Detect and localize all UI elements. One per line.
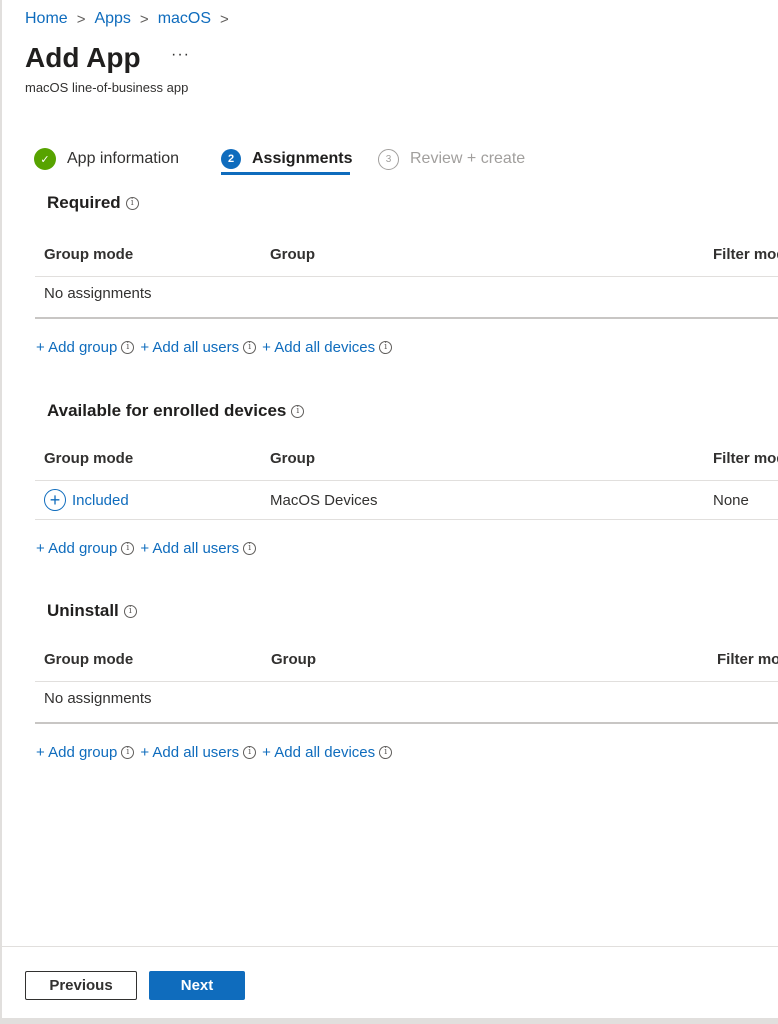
add-group-link[interactable]: + Add group i [36, 540, 135, 557]
page-title: Add App [25, 42, 141, 73]
link-text: + Add group [36, 339, 118, 356]
breadcrumb-macos[interactable]: macOS [158, 10, 211, 28]
step-review-create[interactable]: 3 Review + create [378, 142, 525, 176]
info-icon[interactable]: i [125, 196, 139, 210]
section-title-text: Uninstall [47, 601, 119, 620]
empty-assignments-text: No assignments [44, 690, 152, 707]
step-label: App information [67, 150, 180, 167]
section-title-uninstall: Uninstall i [47, 601, 137, 621]
link-text: + Add all users [140, 540, 240, 557]
info-icon[interactable]: i [121, 746, 135, 759]
column-header-group-mode[interactable]: Group mode [44, 450, 133, 467]
plus-circle-icon[interactable]: + [44, 489, 66, 511]
add-all-users-link[interactable]: + Add all users i [140, 339, 257, 356]
breadcrumb-apps[interactable]: Apps [94, 10, 130, 28]
info-icon[interactable]: i [123, 604, 137, 618]
chevron-right-icon: > [139, 10, 149, 28]
section-title-text: Available for enrolled devices [47, 401, 287, 420]
step-number-badge: 2 [221, 149, 241, 169]
section-title-available: Available for enrolled devices i [47, 401, 305, 421]
info-icon[interactable]: i [379, 746, 393, 759]
step-number-badge: 3 [378, 148, 399, 170]
add-group-link[interactable]: + Add group i [36, 339, 135, 356]
bottom-scrollbar-track [0, 1018, 778, 1024]
step-app-information[interactable]: ✓ App information [34, 142, 179, 176]
step-assignments[interactable]: 2 Assignments [221, 142, 352, 176]
table-divider [35, 681, 778, 682]
page-subtitle: macOS line-of-business app [25, 80, 189, 95]
link-text: + Add all users [140, 744, 240, 761]
add-all-users-link[interactable]: + Add all users i [140, 744, 257, 761]
footer-divider [2, 946, 778, 947]
info-icon[interactable]: i [121, 341, 135, 354]
table-divider [35, 276, 778, 277]
section-title-text: Required [47, 193, 121, 212]
table-divider [35, 480, 778, 481]
link-text: + Add all devices [262, 744, 376, 761]
group-name: MacOS Devices [270, 492, 378, 509]
filter-mode-link[interactable]: None [713, 492, 749, 509]
checkmark-icon: ✓ [34, 148, 56, 170]
link-text: + Add group [36, 744, 118, 761]
next-button[interactable]: Next [149, 971, 245, 1000]
available-actions: + Add group i + Add all users i [36, 540, 262, 557]
column-header-group[interactable]: Group [271, 651, 316, 668]
left-panel-border [0, 0, 2, 1024]
table-bottom-border [35, 722, 778, 724]
breadcrumb: Home > Apps > macOS > [25, 10, 238, 28]
required-actions: + Add group i + Add all users i + Add all … [36, 339, 398, 356]
add-group-link[interactable]: + Add group i [36, 744, 135, 761]
info-icon[interactable]: i [291, 404, 305, 418]
column-header-filter-mode[interactable]: Filter mode [713, 246, 778, 263]
link-text: + Add all users [140, 339, 240, 356]
active-step-underline [221, 172, 350, 175]
column-header-group[interactable]: Group [270, 246, 315, 263]
link-text: + Add group [36, 540, 118, 557]
empty-assignments-text: No assignments [44, 285, 152, 302]
column-header-group[interactable]: Group [270, 450, 315, 467]
info-icon[interactable]: i [121, 542, 135, 555]
table-bottom-border [35, 317, 778, 319]
step-label: Assignments [252, 150, 353, 167]
group-mode-included-link[interactable]: Included [72, 492, 129, 509]
column-header-filter-mode[interactable]: Filter mode [717, 651, 778, 668]
previous-button[interactable]: Previous [25, 971, 137, 1000]
info-icon[interactable]: i [379, 341, 393, 354]
section-title-required: Required i [47, 193, 139, 213]
column-header-group-mode[interactable]: Group mode [44, 651, 133, 668]
add-all-users-link[interactable]: + Add all users i [140, 540, 257, 557]
table-row[interactable]: + Included [44, 489, 129, 511]
chevron-right-icon: > [76, 10, 86, 28]
add-all-devices-link[interactable]: + Add all devices i [262, 744, 393, 761]
step-label: Review + create [410, 150, 526, 167]
info-icon[interactable]: i [243, 542, 257, 555]
table-bottom-border [35, 519, 778, 520]
add-all-devices-link[interactable]: + Add all devices i [262, 339, 393, 356]
breadcrumb-home[interactable]: Home [25, 10, 68, 28]
column-header-group-mode[interactable]: Group mode [44, 246, 133, 263]
column-header-filter-mode[interactable]: Filter mode [713, 450, 778, 467]
info-icon[interactable]: i [243, 341, 257, 354]
uninstall-actions: + Add group i + Add all users i + Add all … [36, 744, 398, 761]
chevron-right-icon: > [220, 10, 229, 28]
more-options-icon[interactable]: ··· [171, 46, 190, 64]
link-text: + Add all devices [262, 339, 376, 356]
info-icon[interactable]: i [243, 746, 257, 759]
